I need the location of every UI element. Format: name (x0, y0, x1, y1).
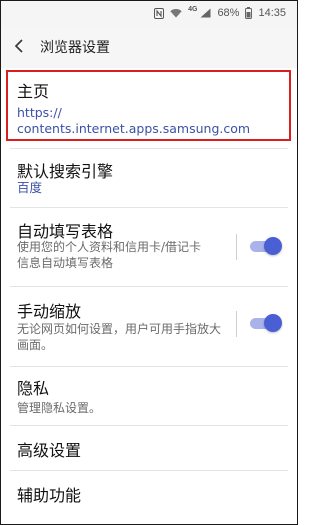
search-engine-value: 百度 (17, 180, 43, 195)
back-button[interactable] (0, 26, 38, 68)
wifi-icon (170, 8, 182, 18)
manual-zoom-setting[interactable]: 手动缩放 无论网页如何设置，用户可用手指放大 画面。 (0, 287, 298, 359)
divider (236, 311, 237, 337)
clock: 14:35 (258, 7, 286, 19)
back-arrow-icon (14, 38, 24, 57)
divider (236, 234, 237, 260)
autofill-toggle[interactable] (250, 237, 282, 255)
nfc-icon (154, 7, 165, 19)
homepage-highlight-box (6, 70, 291, 141)
privacy-setting[interactable]: 隐私 管理隐私设置。 (0, 367, 298, 423)
accessibility-setting[interactable]: 辅助功能 (0, 471, 298, 515)
manual-zoom-title: 手动缩放 (17, 302, 82, 321)
toggle-thumb (264, 314, 282, 332)
accessibility-title: 辅助功能 (17, 486, 82, 505)
battery-icon (245, 7, 253, 19)
search-engine-setting[interactable]: 默认搜索引擎 百度 (0, 149, 298, 201)
manual-zoom-description: 无论网页如何设置，用户可用手指放大 画面。 (17, 322, 222, 352)
signal-icon (200, 8, 211, 18)
status-bar: 4G 68% 14:35 (0, 0, 298, 26)
battery-percent: 68% (217, 7, 240, 19)
autofill-description: 使用您的个人资料和信用卡/借记卡 信息自动填写表格 (17, 240, 202, 270)
search-engine-title: 默认搜索引擎 (17, 162, 114, 181)
manual-zoom-toggle[interactable] (250, 314, 282, 332)
advanced-title: 高级设置 (17, 441, 82, 460)
advanced-setting[interactable]: 高级设置 (0, 426, 298, 470)
app-bar: 浏览器设置 (0, 26, 298, 68)
toggle-thumb (264, 237, 282, 255)
privacy-description: 管理隐私设置。 (17, 401, 102, 415)
page-title: 浏览器设置 (40, 40, 110, 56)
privacy-title: 隐私 (17, 379, 50, 398)
autofill-setting[interactable]: 自动填写表格 使用您的个人资料和信用卡/借记卡 信息自动填写表格 (0, 208, 298, 280)
network-type: 4G (188, 6, 198, 13)
